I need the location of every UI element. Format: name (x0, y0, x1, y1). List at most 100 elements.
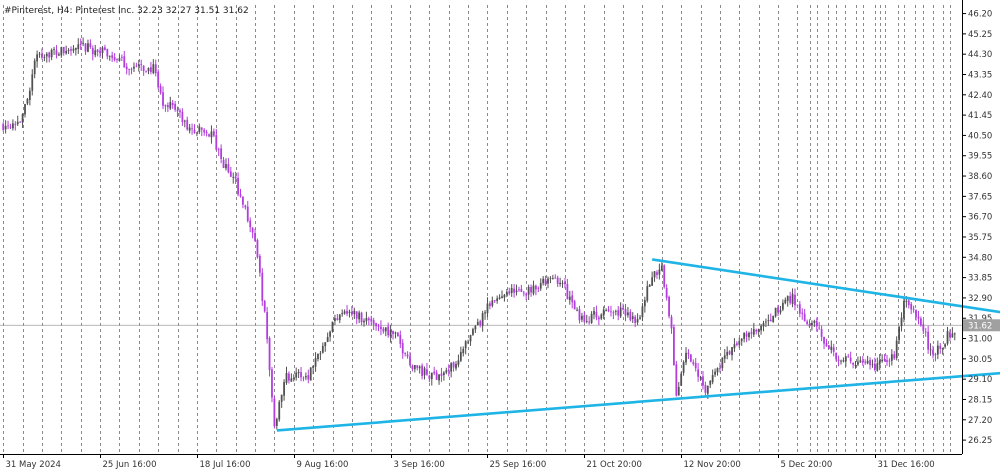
candle-body-bear (525, 293, 528, 296)
candle-body-bear (157, 72, 160, 88)
candle-body-bull (324, 342, 327, 347)
candle-body-bull (527, 286, 530, 295)
candle-body-bull (733, 344, 736, 349)
candle-body-bull (280, 394, 283, 402)
candle-body-bull (469, 335, 472, 342)
candle-body-bull (28, 90, 31, 100)
candle-body-bull (757, 329, 760, 332)
candle-body-bear (595, 311, 598, 318)
candle-body-bull (183, 120, 186, 122)
candle-body-bear (924, 331, 927, 333)
candle-body-bull (716, 368, 719, 373)
candle-body-bear (346, 310, 348, 314)
candle-body-bull (646, 286, 649, 301)
candle-body-bear (588, 321, 591, 323)
candle-body-bear (355, 311, 358, 319)
candle-body-bull (641, 306, 644, 318)
candle-body-bear (610, 311, 612, 313)
candle-body-bear (242, 196, 244, 205)
candle-body-bear (396, 332, 399, 337)
candle-body-bull (731, 347, 733, 356)
candle-body-bull (651, 277, 654, 286)
candle-body-bear (416, 365, 419, 368)
candle-body-bull (295, 372, 298, 378)
candle-body-bull (353, 310, 356, 315)
candle-body-bull (331, 321, 334, 332)
candle-body-bear (624, 309, 627, 316)
candle-body-bull (953, 333, 956, 335)
candle-body-bull (285, 373, 288, 383)
candle-body-bear (847, 356, 850, 358)
candle-body-bull (765, 321, 767, 323)
candle-body-bear (176, 109, 179, 112)
candle-body-bull (309, 367, 312, 381)
candle-body-bull (811, 322, 813, 326)
candle-body-bear (694, 362, 697, 369)
x-tick-label: 12 Nov 20:00 (684, 460, 741, 470)
candle-body-bull (476, 321, 479, 326)
candle-body-bull (45, 53, 48, 57)
candle-body-bull (4, 125, 7, 130)
candle-body-bear (544, 279, 547, 285)
candle-body-bull (304, 376, 307, 378)
candle-body-bull (743, 332, 746, 339)
candle-body-bear (794, 294, 796, 306)
candle-body-bear (796, 304, 799, 306)
candle-body-bear (372, 320, 375, 325)
candle-body-bear (89, 43, 92, 48)
candle-body-bull (946, 331, 949, 344)
candle-body-bear (360, 312, 363, 323)
candle-body-bear (692, 362, 695, 365)
candle-body-bear (162, 92, 164, 106)
candle-body-bull (498, 297, 501, 299)
candle-body-bull (895, 340, 898, 359)
y-tick-label: 41.45 (968, 111, 992, 121)
candle-body-bull (334, 318, 336, 322)
candle-body-bear (556, 277, 559, 284)
candle-body-bull (876, 363, 879, 371)
candle-body-bull (43, 57, 46, 58)
candle-body-bear (268, 338, 271, 371)
candle-body-bear (634, 316, 637, 323)
chart-background (0, 0, 1000, 472)
candle-body-bull (314, 358, 317, 367)
candle-body-bear (145, 71, 147, 73)
candle-body-bull (781, 302, 784, 310)
candle-body-bear (392, 330, 394, 335)
candle-body-bear (174, 103, 177, 110)
candle-body-bull (929, 349, 932, 351)
candle-body-bear (564, 281, 566, 285)
candle-body-bear (910, 303, 913, 310)
candle-body-bull (752, 329, 755, 335)
candle-body-bear (447, 369, 450, 372)
candle-body-bull (358, 312, 361, 320)
candle-body-bull (658, 269, 661, 275)
candle-body-bull (898, 326, 900, 341)
candle-body-bear (426, 369, 428, 375)
candle-body-bear (377, 325, 380, 327)
candle-body-bear (222, 159, 225, 169)
candle-body-bull (951, 333, 954, 338)
candle-body-bull (326, 337, 329, 342)
candle-body-bear (273, 398, 276, 427)
y-tick-label: 26.25 (968, 436, 992, 446)
candle-body-bull (551, 277, 554, 279)
candle-body-bear (597, 317, 600, 320)
candle-body-bear (702, 376, 704, 386)
candle-body-bear (849, 357, 852, 362)
candle-body-bull (501, 296, 503, 299)
candle-body-bear (106, 48, 109, 57)
candle-body-bear (135, 65, 138, 67)
candle-body-bull (643, 300, 646, 307)
candle-body-bear (96, 49, 99, 52)
candle-body-bull (486, 303, 489, 314)
candle-body-bear (104, 47, 106, 50)
candle-body-bull (772, 315, 775, 322)
candle-body-bull (363, 320, 365, 323)
candle-body-bull (515, 290, 518, 293)
candle-body-bear (70, 49, 72, 51)
candle-body-bull (457, 360, 460, 365)
chart-header: #Pinterest, H4: Pinterest Inc. 32.23 32.… (4, 6, 249, 16)
candle-body-bear (927, 331, 930, 350)
candle-body-bear (387, 326, 390, 336)
